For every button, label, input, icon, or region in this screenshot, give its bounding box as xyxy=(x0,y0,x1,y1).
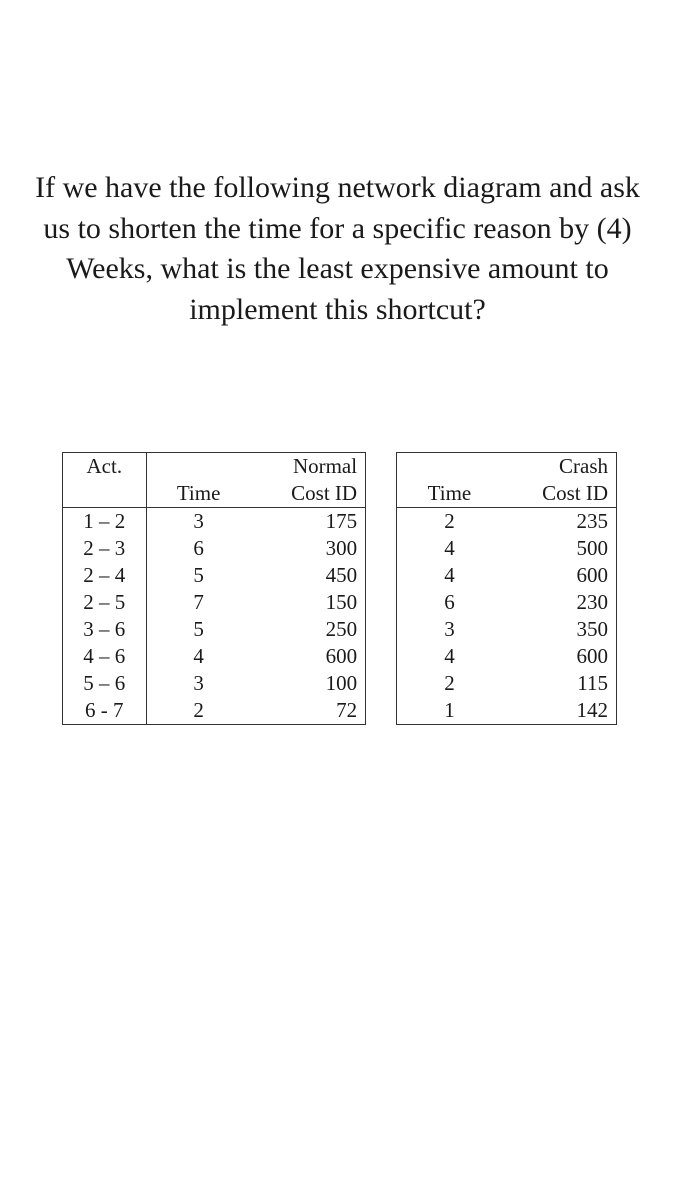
gap xyxy=(366,616,397,643)
cell-act: 2 – 3 xyxy=(63,535,147,562)
table-row: 5 – 63100 2115 xyxy=(63,670,617,697)
data-table-container: Act. Normal Crash Time Cost ID Time Cost… xyxy=(62,452,617,725)
header-act-blank xyxy=(63,480,147,508)
cell-normal-time: 6 xyxy=(146,535,251,562)
cell-act: 4 – 6 xyxy=(63,643,147,670)
cell-act: 5 – 6 xyxy=(63,670,147,697)
gap xyxy=(366,697,397,725)
table-header-row-1: Act. Normal Crash xyxy=(63,453,617,481)
cell-crash-cost: 142 xyxy=(501,697,616,725)
cell-crash-time: 4 xyxy=(397,535,502,562)
table-row: 3 – 65250 3350 xyxy=(63,616,617,643)
cell-crash-cost: 350 xyxy=(501,616,616,643)
gap xyxy=(366,589,397,616)
header-crash-cost: Cost ID xyxy=(501,480,616,508)
table-row: 2 – 36300 4500 xyxy=(63,535,617,562)
gap xyxy=(366,480,397,508)
cell-crash-time: 2 xyxy=(397,670,502,697)
cell-act: 6 - 7 xyxy=(63,697,147,725)
header-act: Act. xyxy=(63,453,147,481)
cell-crash-time: 1 xyxy=(397,697,502,725)
gap xyxy=(366,508,397,536)
header-crash-time: Time xyxy=(397,480,502,508)
table-header-row-2: Time Cost ID Time Cost ID xyxy=(63,480,617,508)
table-row: 2 – 57150 6230 xyxy=(63,589,617,616)
cell-normal-cost: 175 xyxy=(251,508,366,536)
question-text: If we have the following network diagram… xyxy=(25,168,650,330)
cell-normal-cost: 72 xyxy=(251,697,366,725)
cell-crash-cost: 235 xyxy=(501,508,616,536)
cell-normal-time: 3 xyxy=(146,508,251,536)
cell-act: 3 – 6 xyxy=(63,616,147,643)
header-normal-time: Time xyxy=(146,480,251,508)
gap xyxy=(366,562,397,589)
cell-normal-cost: 250 xyxy=(251,616,366,643)
cell-normal-cost: 150 xyxy=(251,589,366,616)
gap xyxy=(366,670,397,697)
table-row: 6 - 7272 1142 xyxy=(63,697,617,725)
cell-act: 2 – 4 xyxy=(63,562,147,589)
header-normal-blank xyxy=(146,453,251,481)
header-normal-cost: Cost ID xyxy=(251,480,366,508)
cell-crash-time: 4 xyxy=(397,562,502,589)
cell-normal-cost: 600 xyxy=(251,643,366,670)
cell-normal-cost: 100 xyxy=(251,670,366,697)
table-row: 4 – 646004600 xyxy=(63,643,617,670)
cell-normal-time: 5 xyxy=(146,562,251,589)
table-row: 1 – 23175 2235 xyxy=(63,508,617,536)
gap xyxy=(366,535,397,562)
cell-normal-time: 7 xyxy=(146,589,251,616)
cell-crash-cost: 230 xyxy=(501,589,616,616)
cell-normal-cost: 300 xyxy=(251,535,366,562)
header-crash-blank xyxy=(397,453,502,481)
cell-crash-cost: 600 xyxy=(501,562,616,589)
cell-normal-cost: 450 xyxy=(251,562,366,589)
cell-crash-time: 6 xyxy=(397,589,502,616)
activity-table: Act. Normal Crash Time Cost ID Time Cost… xyxy=(62,452,617,725)
cell-crash-cost: 600 xyxy=(501,643,616,670)
header-crash: Crash xyxy=(501,453,616,481)
cell-act: 1 – 2 xyxy=(63,508,147,536)
cell-crash-time: 3 xyxy=(397,616,502,643)
cell-crash-cost: 500 xyxy=(501,535,616,562)
cell-act: 2 – 5 xyxy=(63,589,147,616)
cell-normal-time: 3 xyxy=(146,670,251,697)
cell-crash-time: 4 xyxy=(397,643,502,670)
table-row: 2 – 45450 4600 xyxy=(63,562,617,589)
cell-crash-cost: 115 xyxy=(501,670,616,697)
header-normal: Normal xyxy=(251,453,366,481)
cell-normal-time: 5 xyxy=(146,616,251,643)
gap xyxy=(366,643,397,670)
gap xyxy=(366,453,397,481)
cell-normal-time: 4 xyxy=(146,643,251,670)
cell-crash-time: 2 xyxy=(397,508,502,536)
cell-normal-time: 2 xyxy=(146,697,251,725)
